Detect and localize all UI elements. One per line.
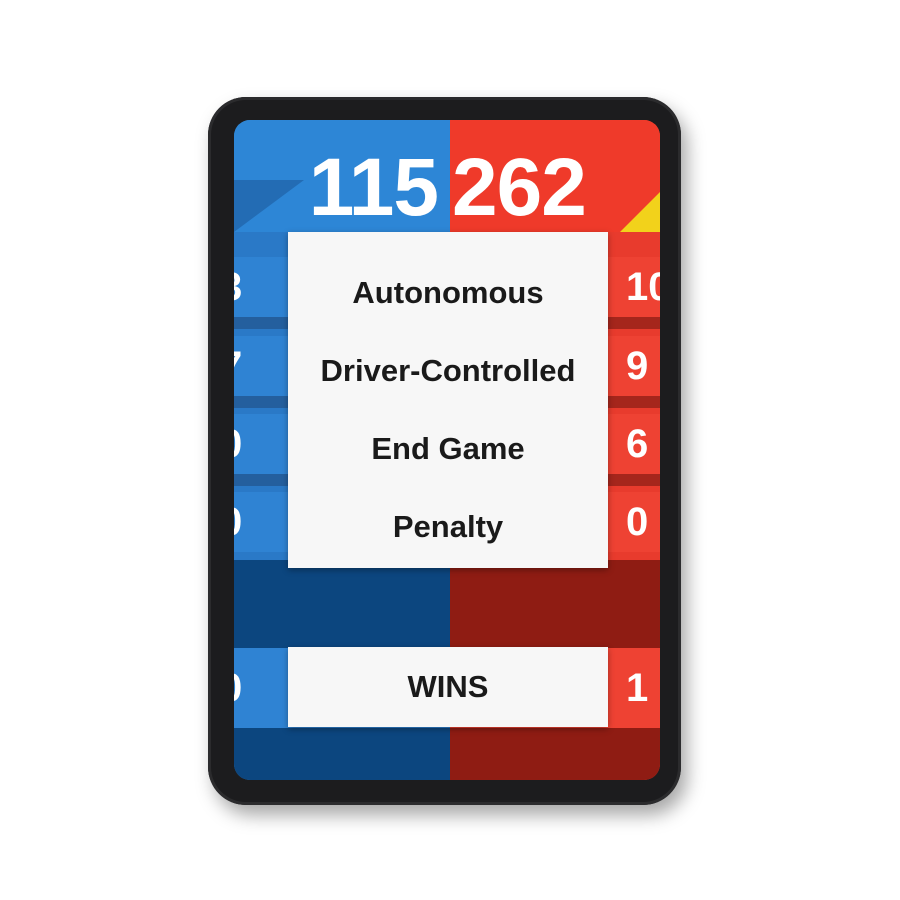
red-wins-count: 1 — [626, 666, 649, 710]
red-total-score: 262 — [452, 142, 587, 233]
blue-autonomous-score: 3 — [234, 257, 242, 317]
menu-item-autonomous[interactable]: Autonomous — [288, 254, 608, 332]
red-spacer-band — [450, 560, 660, 648]
yellow-card-flag-icon — [620, 192, 660, 232]
blue-endgame-score: 0 — [234, 414, 242, 474]
red-endgame-score: 6 — [626, 422, 649, 466]
blue-corner-shape — [234, 180, 304, 232]
blue-wins-count: 0 — [234, 658, 242, 718]
blue-spacer-band — [234, 560, 450, 648]
menu-item-end-game[interactable]: End Game — [288, 410, 608, 488]
red-autonomous-score: 10 — [626, 265, 660, 309]
scoring-period-menu: Autonomous Driver-Controlled End Game Pe… — [288, 232, 608, 568]
blue-footer-band — [234, 728, 450, 780]
menu-item-driver-controlled[interactable]: Driver-Controlled — [288, 332, 608, 410]
red-footer-band — [450, 728, 660, 780]
wins-button[interactable]: WINS — [288, 647, 608, 727]
blue-driver-score: 7 — [234, 336, 242, 396]
red-driver-score: 9 — [626, 344, 649, 388]
menu-item-penalty[interactable]: Penalty — [288, 488, 608, 566]
red-penalty-score: 0 — [626, 500, 649, 544]
blue-total-score: 115 — [308, 142, 439, 233]
blue-penalty-score: 0 — [234, 492, 242, 552]
